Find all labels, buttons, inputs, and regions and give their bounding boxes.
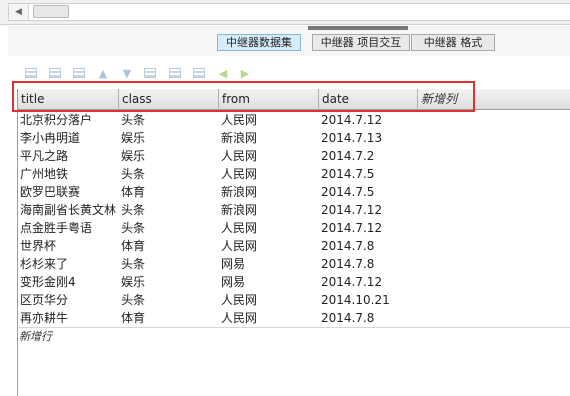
table-row[interactable]: 杉杉来了 头条 网易 2014.7.8 <box>18 255 570 273</box>
table-cell-from[interactable]: 人民网 <box>219 237 319 255</box>
table-row[interactable]: 海南副省长黄文林 头条 新浪网 2014.7.12 <box>18 201 570 219</box>
top-scroll-area: ◀ <box>0 0 570 25</box>
table-cell-title[interactable]: 区页华分 <box>18 291 118 309</box>
table-cell-class[interactable]: 头条 <box>119 201 219 219</box>
tab-bar: 中继器数据集 中继器 项目交互 中继器 格式 <box>8 30 570 56</box>
table-cell-date[interactable]: 2014.7.2 <box>319 147 419 165</box>
table-cell-from[interactable]: 人民网 <box>219 165 319 183</box>
table-cell-date[interactable]: 2014.7.5 <box>319 183 419 201</box>
table-row[interactable]: 北京积分落户 头条 人民网 2014.7.12 <box>18 111 570 129</box>
table-cell-from[interactable]: 人民网 <box>219 309 319 327</box>
table-cell-from[interactable]: 新浪网 <box>219 201 319 219</box>
tab-repeater-dataset[interactable]: 中继器数据集 <box>217 34 301 51</box>
table-cell-from[interactable]: 人民网 <box>219 219 319 237</box>
table-cell-class[interactable]: 头条 <box>119 219 219 237</box>
table-row[interactable]: 广州地铁 头条 人民网 2014.7.5 <box>18 165 570 183</box>
table-cell-class[interactable]: 娱乐 <box>119 273 219 291</box>
table-cell-from[interactable]: 网易 <box>219 255 319 273</box>
table-cell-from[interactable]: 新浪网 <box>219 183 319 201</box>
table-row[interactable]: 世界杯 体育 人民网 2014.7.8 <box>18 237 570 255</box>
table-cell-from[interactable]: 新浪网 <box>219 129 319 147</box>
table-cell-date[interactable]: 2014.7.12 <box>319 201 419 219</box>
row-divider <box>18 327 570 328</box>
table-cell-class[interactable]: 头条 <box>119 165 219 183</box>
table-cell-title[interactable]: 平凡之路 <box>18 147 118 165</box>
table-cell-date[interactable]: 2014.7.12 <box>319 219 419 237</box>
horizontal-scrollbar[interactable]: ◀ <box>8 3 570 21</box>
table-row[interactable]: 区页华分 头条 人民网 2014.10.21 <box>18 291 570 309</box>
table-cell-title[interactable]: 欧罗巴联赛 <box>18 183 118 201</box>
table-row[interactable]: 李小冉明道 娱乐 新浪网 2014.7.13 <box>18 129 570 147</box>
move-down-icon[interactable]: ▼ <box>120 66 134 80</box>
table-cell-class[interactable]: 体育 <box>119 183 219 201</box>
table-row[interactable]: 点金胜手粤语 头条 人民网 2014.7.12 <box>18 219 570 237</box>
delete-column-icon[interactable] <box>192 66 206 80</box>
table-cell-from[interactable]: 人民网 <box>219 147 319 165</box>
table-row[interactable]: 再亦耕牛 体育 人民网 2014.7.8 <box>18 309 570 327</box>
table-cell-class[interactable]: 娱乐 <box>119 147 219 165</box>
table-cell-class[interactable]: 娱乐 <box>119 129 219 147</box>
table-cell-date[interactable]: 2014.10.21 <box>319 291 419 309</box>
table-cell-title[interactable]: 再亦耕牛 <box>18 309 118 327</box>
table-cell-title[interactable]: 世界杯 <box>18 237 118 255</box>
add-row-above-icon[interactable] <box>24 66 38 80</box>
table-cell-date[interactable]: 2014.7.12 <box>319 111 419 129</box>
table-row[interactable]: 欧罗巴联赛 体育 新浪网 2014.7.5 <box>18 183 570 201</box>
tab-repeater-style[interactable]: 中继器 格式 <box>411 34 495 51</box>
table-cell-date[interactable]: 2014.7.13 <box>319 129 419 147</box>
move-right-icon[interactable]: ▶ <box>238 66 252 80</box>
table-cell-date[interactable]: 2014.7.5 <box>319 165 419 183</box>
table-cell-date[interactable]: 2014.7.8 <box>319 255 419 273</box>
add-column-right-icon[interactable] <box>168 66 182 80</box>
table-cell-title[interactable]: 北京积分落户 <box>18 111 118 129</box>
table-cell-from[interactable]: 网易 <box>219 273 319 291</box>
table-cell-class[interactable]: 体育 <box>119 309 219 327</box>
table-cell-from[interactable]: 人民网 <box>219 111 319 129</box>
add-row-cell[interactable]: 新增行 <box>19 328 52 344</box>
table-cell-from[interactable]: 人民网 <box>219 291 319 309</box>
table-row[interactable]: 平凡之路 娱乐 人民网 2014.7.2 <box>18 147 570 165</box>
table-cell-class[interactable]: 体育 <box>119 237 219 255</box>
header-highlight-box <box>12 81 475 112</box>
scroll-left-icon[interactable]: ◀ <box>9 4 29 20</box>
table-cell-title[interactable]: 点金胜手粤语 <box>18 219 118 237</box>
move-left-icon[interactable]: ◀ <box>216 66 230 80</box>
table-cell-class[interactable]: 头条 <box>119 111 219 129</box>
delete-row-icon[interactable] <box>72 66 86 80</box>
table-cell-title[interactable]: 杉杉来了 <box>18 255 118 273</box>
table-cell-title[interactable]: 广州地铁 <box>18 165 118 183</box>
table-cell-title[interactable]: 海南副省长黄文林 <box>18 201 118 219</box>
table-cell-date[interactable]: 2014.7.8 <box>319 309 419 327</box>
tab-repeater-item-interaction[interactable]: 中继器 项目交互 <box>312 34 410 51</box>
table-cell-class[interactable]: 头条 <box>119 255 219 273</box>
move-up-icon[interactable]: ▲ <box>96 66 110 80</box>
add-row-below-icon[interactable] <box>48 66 62 80</box>
dataset-grid: title class from date 新增列 北京积分落户 头条 人民网 201… <box>17 89 570 396</box>
table-row[interactable]: 变形金刚4 娱乐 网易 2014.7.12 <box>18 273 570 291</box>
table-cell-title[interactable]: 李小冉明道 <box>18 129 118 147</box>
table-cell-date[interactable]: 2014.7.8 <box>319 237 419 255</box>
table-cell-date[interactable]: 2014.7.12 <box>319 273 419 291</box>
scrollbar-thumb[interactable] <box>33 5 69 18</box>
table-cell-class[interactable]: 头条 <box>119 291 219 309</box>
table-cell-title[interactable]: 变形金刚4 <box>18 273 118 291</box>
add-column-left-icon[interactable] <box>143 66 157 80</box>
